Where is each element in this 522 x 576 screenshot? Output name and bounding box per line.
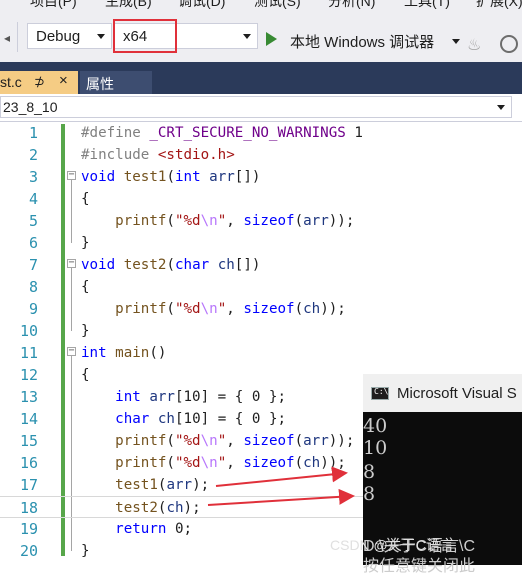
code-text: printf("%d\n", sizeof(ch)); bbox=[115, 301, 346, 317]
menu-extensions[interactable]: 扩展(X) bbox=[476, 0, 522, 11]
console-app-icon: C:\ bbox=[371, 387, 389, 400]
console-output-line: 8 bbox=[363, 483, 376, 505]
menu-debug[interactable]: 调试(D) bbox=[178, 0, 225, 11]
run-icon bbox=[266, 32, 277, 46]
code-line: 5 printf("%d\n", sizeof(arr)); bbox=[0, 210, 522, 232]
menu-build[interactable]: 生成(B) bbox=[105, 0, 152, 11]
code-text: int main() bbox=[81, 345, 167, 361]
code-text: #include <stdio.h> bbox=[81, 147, 235, 163]
code-text: char ch[10] = { 0 }; bbox=[115, 411, 287, 427]
pin-icon[interactable]: ⊅ bbox=[34, 74, 45, 90]
configuration-dropdown[interactable]: Debug bbox=[27, 23, 112, 49]
code-text: int arr[10] = { 0 }; bbox=[115, 389, 287, 405]
code-line: 9 printf("%d\n", sizeof(ch)); bbox=[0, 298, 522, 320]
scope-value: 23_8_10 bbox=[3, 99, 58, 115]
code-line: 11 − int main() bbox=[0, 342, 522, 364]
chevron-down-icon[interactable] bbox=[452, 39, 460, 44]
line-number: 14 bbox=[19, 410, 38, 428]
menu-bar: 项目(P) 生成(B) 调试(D) 测试(S) 分析(N) 工具(T) 扩展(X… bbox=[0, 0, 522, 12]
menu-tools[interactable]: 工具(T) bbox=[404, 0, 450, 11]
tab-label: 属性 bbox=[86, 76, 114, 92]
line-number: 1 bbox=[28, 124, 38, 142]
code-text: void test1(int arr[]) bbox=[81, 169, 261, 185]
line-number: 2 bbox=[28, 146, 38, 164]
line-number: 16 bbox=[19, 454, 38, 472]
code-text: { bbox=[81, 367, 90, 383]
platform-highlight-box bbox=[113, 19, 177, 53]
code-text: { bbox=[81, 191, 90, 207]
tab-source-file[interactable]: st.c ⊅ × bbox=[0, 71, 78, 94]
code-text: printf("%d\n", sizeof(ch)); bbox=[115, 455, 346, 471]
code-line: 7 − void test2(char ch[]) bbox=[0, 254, 522, 276]
code-line: 8 { bbox=[0, 276, 522, 298]
toolbar: ◂ Debug x64 本地 Windows 调试器 ♨ bbox=[0, 12, 522, 62]
code-line: 3 − void test1(int arr[]) bbox=[0, 166, 522, 188]
line-number: 3 bbox=[28, 168, 38, 186]
refresh-icon[interactable] bbox=[500, 35, 518, 53]
line-number: 10 bbox=[19, 322, 38, 340]
line-number: 4 bbox=[28, 190, 38, 208]
line-number: 20 bbox=[19, 542, 38, 560]
code-line: 10 } bbox=[0, 320, 522, 342]
chevron-down-icon bbox=[97, 34, 105, 39]
line-number: 15 bbox=[19, 432, 38, 450]
watermark: CSDN @关于C语言 bbox=[330, 537, 454, 553]
line-number: 9 bbox=[28, 300, 38, 318]
line-number: 6 bbox=[28, 234, 38, 252]
line-number: 18 bbox=[19, 499, 38, 517]
flame-icon[interactable]: ♨ bbox=[467, 35, 481, 55]
toolbar-separator bbox=[17, 22, 18, 52]
menu-project[interactable]: 项目(P) bbox=[30, 0, 77, 11]
code-text: } bbox=[81, 323, 90, 339]
line-number: 19 bbox=[19, 520, 38, 538]
code-text: #define _CRT_SECURE_NO_WARNINGS 1 bbox=[81, 125, 363, 141]
navigation-bar: 23_8_10 bbox=[0, 94, 522, 122]
chevron-down-icon bbox=[243, 34, 251, 39]
tab-properties[interactable]: 属性 bbox=[80, 71, 152, 94]
console-prompt-line: 按任意键关闭此 bbox=[363, 558, 476, 575]
collapse-icon[interactable]: − bbox=[67, 346, 76, 356]
console-title: Microsoft Visual S bbox=[397, 385, 517, 402]
code-text: } bbox=[81, 543, 90, 559]
code-text: void test2(char ch[]) bbox=[81, 257, 261, 273]
tab-label: st.c bbox=[0, 74, 22, 90]
scope-dropdown[interactable]: 23_8_10 bbox=[0, 96, 512, 118]
code-text: { bbox=[81, 279, 90, 295]
collapse-icon[interactable]: − bbox=[67, 258, 76, 268]
menu-test[interactable]: 测试(S) bbox=[254, 0, 301, 11]
console-output-line: 8 bbox=[363, 461, 376, 483]
chevron-down-icon bbox=[497, 105, 505, 110]
line-number: 5 bbox=[28, 212, 38, 230]
collapse-icon[interactable]: − bbox=[67, 170, 76, 180]
line-number: 7 bbox=[28, 256, 38, 274]
code-text: printf("%d\n", sizeof(arr)); bbox=[115, 433, 355, 449]
close-icon[interactable]: × bbox=[59, 72, 68, 89]
code-line: 4 { bbox=[0, 188, 522, 210]
line-number: 13 bbox=[19, 388, 38, 406]
code-text: return 0; bbox=[115, 521, 193, 537]
code-text: printf("%d\n", sizeof(arr)); bbox=[115, 213, 355, 229]
menu-analyze[interactable]: 分析(N) bbox=[328, 0, 375, 11]
code-text: test1(arr); bbox=[115, 477, 210, 493]
code-text: } bbox=[81, 235, 90, 251]
console-titlebar[interactable]: C:\ Microsoft Visual S bbox=[363, 374, 522, 412]
code-text: test2(ch); bbox=[115, 500, 201, 516]
toolbar-overflow-icon[interactable]: ◂ bbox=[4, 31, 12, 45]
configuration-value: Debug bbox=[36, 28, 81, 45]
line-number: 17 bbox=[19, 476, 38, 494]
console-output-line: 40 bbox=[363, 415, 388, 437]
line-number: 8 bbox=[28, 278, 38, 296]
line-number: 12 bbox=[19, 366, 38, 384]
line-number: 11 bbox=[19, 344, 38, 362]
code-line: 2 #include <stdio.h> bbox=[0, 144, 522, 166]
code-line: 1 #define _CRT_SECURE_NO_WARNINGS 1 bbox=[0, 122, 522, 144]
document-tab-strip: st.c ⊅ × 属性 bbox=[0, 62, 522, 94]
console-output-line: 10 bbox=[363, 437, 388, 459]
run-label: 本地 Windows 调试器 bbox=[290, 34, 435, 51]
code-line: 6 } bbox=[0, 232, 522, 254]
